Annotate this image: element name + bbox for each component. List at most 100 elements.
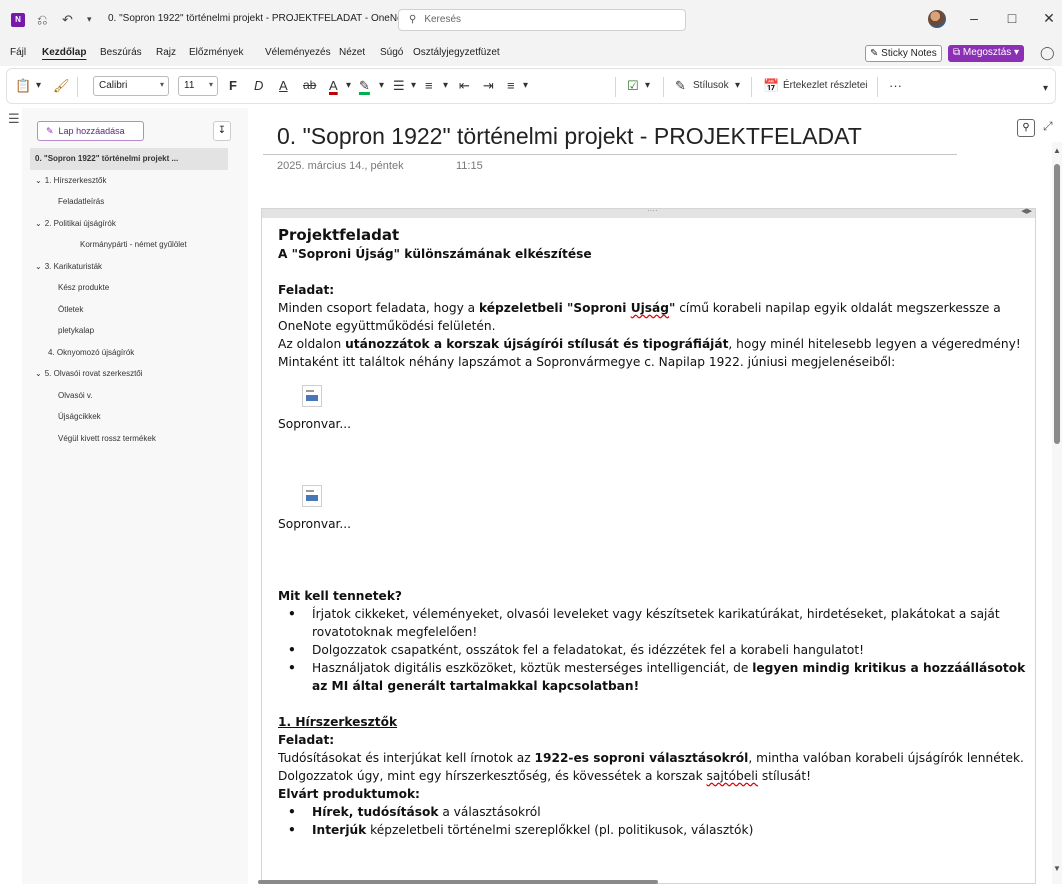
- expected-products-label: Elvárt produktumok:: [278, 787, 420, 801]
- font-color-button[interactable]: A: [329, 78, 338, 93]
- back-arrow-icon[interactable]: ⎌: [37, 12, 47, 28]
- quick-access-dropdown-icon[interactable]: ▾: [87, 14, 92, 25]
- list-item: Interjúk képzeletbeli történelmi szerepl…: [288, 821, 1035, 839]
- styles-button[interactable]: Stílusok: [693, 80, 729, 91]
- menu-insert[interactable]: Beszúrás: [100, 47, 142, 58]
- page-item[interactable]: ⌄ 3. Karikaturisták: [22, 256, 248, 278]
- avatar[interactable]: [928, 10, 946, 28]
- highlight-icon[interactable]: ✎: [359, 78, 370, 94]
- numbering-dropdown-icon[interactable]: ▾: [443, 80, 448, 91]
- drag-handle-icon[interactable]: ····: [647, 206, 658, 215]
- bold-button[interactable]: F: [229, 78, 237, 93]
- search-input[interactable]: ⚲ Keresés: [398, 9, 686, 31]
- file-attachment-icon[interactable]: [302, 485, 322, 507]
- tag-checkbox-icon[interactable]: ☑: [627, 78, 639, 94]
- attachment-label[interactable]: Sopronvar...: [278, 415, 1035, 433]
- menu-view[interactable]: Nézet: [339, 47, 365, 58]
- menu-review[interactable]: Véleményezés: [265, 47, 331, 58]
- ribbon-collapse-chevron-icon[interactable]: ▾: [1043, 83, 1048, 94]
- note-container[interactable]: ···· ◀▶ Projektfeladat A "Soproni Újság"…: [261, 206, 1036, 884]
- menu-class-notebook[interactable]: Osztályjegyzetfüzet: [413, 47, 500, 58]
- share-button[interactable]: ⧉ Megosztás ▾: [948, 45, 1025, 62]
- page-item[interactable]: Kész produkte: [22, 277, 248, 299]
- undo-icon[interactable]: ↶: [62, 12, 73, 28]
- onenote-logo-icon: N: [11, 13, 25, 27]
- scroll-down-icon[interactable]: ▼: [1053, 864, 1061, 873]
- page-title[interactable]: 0. "Sopron 1922" történelmi projekt - PR…: [277, 123, 862, 150]
- bullets-icon[interactable]: ☰: [393, 78, 405, 94]
- tag-dropdown-icon[interactable]: ▾: [645, 80, 650, 91]
- styles-dropdown-icon[interactable]: ▾: [735, 80, 740, 91]
- add-page-icon: ✎: [46, 126, 54, 136]
- chevron-down-icon[interactable]: ⌄: [35, 369, 42, 378]
- styles-icon[interactable]: ✎: [675, 78, 686, 94]
- scrollbar-thumb[interactable]: [1054, 164, 1060, 444]
- page-item[interactable]: Ötletek: [22, 299, 248, 321]
- chevron-down-icon[interactable]: ⌄: [35, 219, 42, 228]
- vertical-scrollbar[interactable]: ▲ ▼: [1052, 142, 1062, 884]
- expand-icon[interactable]: ⤢: [1043, 119, 1053, 134]
- ribbon-separator: [751, 77, 752, 97]
- menu-draw[interactable]: Rajz: [156, 47, 176, 58]
- page-item[interactable]: Újságcikkek: [22, 406, 248, 428]
- resize-arrows-icon[interactable]: ◀▶: [1021, 207, 1032, 215]
- navigation-toggle-icon[interactable]: ☰: [8, 111, 20, 127]
- page-item[interactable]: Végül kivett rossz termékek: [22, 428, 248, 450]
- page-label: 1. Hírszerkesztők: [44, 175, 107, 185]
- increase-indent-icon[interactable]: ⇥: [483, 78, 494, 94]
- attachment-label[interactable]: Sopronvar...: [278, 515, 1035, 533]
- meeting-details-button[interactable]: Értekezlet részletei: [783, 80, 867, 91]
- page-time: 11:15: [456, 160, 483, 172]
- chevron-down-icon[interactable]: ⌄: [35, 176, 42, 185]
- ribbon-separator: [615, 77, 616, 97]
- calendar-icon[interactable]: 📅: [763, 78, 779, 94]
- page-item[interactable]: 0. "Sopron 1922" történelmi projekt ...: [30, 148, 228, 170]
- note-container-handle[interactable]: ···· ◀▶: [262, 206, 1035, 218]
- page-item[interactable]: Feladatleírás: [22, 191, 248, 213]
- pages-panel: ✎ Lap hozzáadása ↧ 0. "Sopron 1922" törté…: [22, 108, 248, 884]
- numbering-icon[interactable]: ≡: [425, 78, 433, 93]
- highlight-dropdown-icon[interactable]: ▾: [379, 80, 384, 91]
- strikethrough-button[interactable]: ab: [303, 78, 316, 92]
- comments-icon[interactable]: ◯: [1040, 45, 1055, 61]
- align-icon[interactable]: ≡: [507, 78, 515, 93]
- page-item[interactable]: ⌄ 1. Hírszerkesztők: [22, 170, 248, 192]
- scroll-up-icon[interactable]: ▲: [1053, 146, 1061, 155]
- page-item[interactable]: ⌄ 2. Politikai újságírók: [22, 213, 248, 235]
- paste-dropdown-icon[interactable]: ▾: [36, 80, 41, 91]
- share-icon: ⧉: [953, 47, 963, 58]
- page-item[interactable]: pletykalap: [22, 320, 248, 342]
- chevron-down-icon[interactable]: ⌄: [35, 262, 42, 271]
- more-options-button[interactable]: ···: [889, 78, 902, 93]
- paste-icon[interactable]: 📋: [15, 78, 31, 94]
- page-item[interactable]: 4. Oknyomozó újságírók: [22, 342, 248, 364]
- menu-help[interactable]: Súgó: [380, 47, 403, 58]
- horizontal-scrollbar[interactable]: [258, 880, 658, 884]
- page-item[interactable]: ⌄ 5. Olvasói rovat szerkesztői: [22, 363, 248, 385]
- sort-icon[interactable]: ↧: [213, 121, 231, 141]
- underline-button[interactable]: A: [279, 78, 288, 93]
- font-color-dropdown-icon[interactable]: ▾: [346, 80, 351, 91]
- menu-home[interactable]: Kezdőlap: [42, 47, 86, 58]
- zoom-icon[interactable]: ⚲: [1017, 119, 1035, 137]
- close-icon[interactable]: ✕: [1034, 10, 1062, 27]
- bullets-dropdown-icon[interactable]: ▾: [411, 80, 416, 91]
- maximize-icon[interactable]: □: [997, 10, 1027, 26]
- font-size-select[interactable]: 11 ▾: [178, 76, 218, 96]
- page-item[interactable]: Kormánypárti - német gyűlölet: [22, 234, 248, 256]
- sticky-notes-button[interactable]: ✎ Sticky Notes: [865, 45, 942, 62]
- minimize-icon[interactable]: –: [959, 10, 989, 26]
- add-page-button[interactable]: ✎ Lap hozzáadása: [37, 121, 144, 141]
- font-name-select[interactable]: Calibri ▾: [93, 76, 169, 96]
- align-dropdown-icon[interactable]: ▾: [523, 80, 528, 91]
- menu-file[interactable]: Fájl: [10, 47, 26, 58]
- page-item[interactable]: Olvasói v.: [22, 385, 248, 407]
- note-body[interactable]: Projektfeladat A "Soproni Újság" különsz…: [262, 218, 1035, 839]
- file-attachment-icon[interactable]: [302, 385, 322, 407]
- text-run: stílusát!: [758, 769, 811, 783]
- format-painter-icon[interactable]: 🖌: [53, 78, 70, 94]
- decrease-indent-icon[interactable]: ⇤: [459, 78, 470, 94]
- italic-button[interactable]: D: [254, 78, 263, 93]
- menu-history[interactable]: Előzmények: [189, 47, 243, 58]
- search-placeholder: Keresés: [424, 14, 462, 25]
